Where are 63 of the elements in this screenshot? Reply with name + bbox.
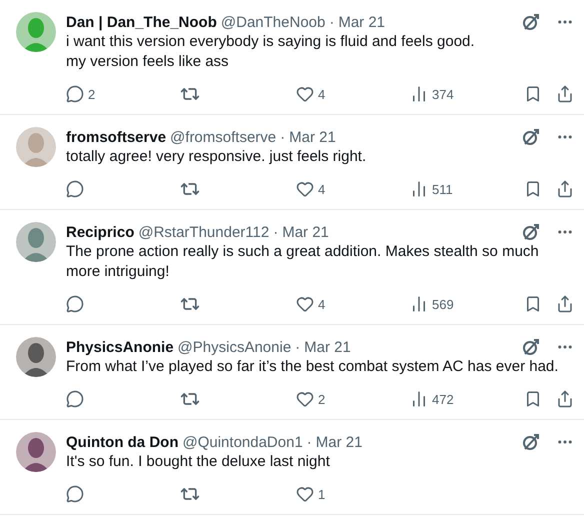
views-icon	[410, 85, 428, 103]
reply-icon	[66, 390, 84, 408]
slashed-circle-icon[interactable]	[522, 433, 540, 451]
views-button[interactable]: 374	[410, 85, 510, 103]
views-icon	[410, 180, 428, 198]
slashed-circle-icon[interactable]	[522, 13, 540, 31]
bookmark-icon[interactable]	[524, 295, 542, 313]
reply-icon	[66, 485, 84, 503]
slashed-circle-icon[interactable]	[522, 223, 540, 241]
reply-text: my version feels like ass	[66, 52, 230, 72]
separator-dot: ·	[280, 128, 286, 146]
author-handle[interactable]: @PhysicsAnonie	[178, 338, 292, 356]
views-icon	[410, 295, 428, 313]
post-date[interactable]: Mar 21	[289, 128, 336, 146]
post-date[interactable]: Mar 21	[338, 14, 386, 30]
views-button[interactable]: 472	[410, 390, 510, 408]
share-icon[interactable]	[556, 180, 574, 198]
author-name[interactable]: Quinton da Don	[66, 434, 178, 450]
reply-text: i want this version everybody is saying is fluid and feels good.	[66, 32, 476, 52]
share-icon[interactable]	[556, 85, 574, 103]
views-button[interactable]: 569	[410, 295, 510, 313]
heart-icon	[296, 85, 314, 103]
views-icon	[410, 390, 428, 408]
separator-dot: ·	[329, 14, 334, 30]
bookmark-icon[interactable]	[524, 85, 542, 103]
heart-icon	[296, 390, 314, 408]
post-date[interactable]: Mar 21	[282, 224, 329, 240]
bookmark-icon[interactable]	[524, 180, 542, 198]
separator-dot: ·	[295, 338, 300, 356]
author-name[interactable]: PhysicsAnonie	[66, 338, 174, 356]
share-icon[interactable]	[556, 390, 574, 408]
separator-dot: ·	[273, 224, 278, 240]
separator-dot: ·	[306, 434, 312, 450]
reply-text: The prone action really is such a great addition. Makes stealth so much more intriguing!	[66, 242, 540, 282]
reply-icon	[66, 295, 84, 313]
views-button[interactable]: 511	[410, 180, 510, 198]
author-handle[interactable]: @DanTheNoob	[220, 14, 326, 30]
like-button[interactable]: 4	[296, 295, 410, 313]
share-icon[interactable]	[556, 295, 574, 313]
reply-text: It's so fun. I bought the deluxe last night	[66, 452, 331, 472]
like-button[interactable]: 4	[296, 180, 410, 198]
author-name[interactable]: Reciprico	[66, 224, 134, 240]
post-date[interactable]: Mar 21	[316, 434, 362, 450]
reply-text: totally agree! very responsive. just feels right.	[66, 147, 368, 167]
reply-icon	[66, 180, 84, 198]
slashed-circle-icon[interactable]	[522, 128, 540, 146]
author-name[interactable]: Dan | Dan_The_Noob	[66, 14, 217, 30]
reply-icon	[66, 85, 84, 103]
heart-icon	[296, 485, 314, 503]
like-button[interactable]: 2	[296, 390, 410, 408]
reply-text: From what I’ve played so far it’s the best combat system AC has ever had.	[66, 357, 560, 377]
reply-button[interactable]: 2	[66, 85, 180, 103]
heart-icon	[296, 180, 314, 198]
author-handle[interactable]: @QuintondaDon1	[182, 434, 303, 450]
post-date[interactable]: Mar 21	[304, 338, 351, 356]
slashed-circle-icon[interactable]	[522, 338, 540, 356]
author-name[interactable]: fromsoftserve	[66, 128, 166, 146]
heart-icon	[296, 295, 314, 313]
author-handle[interactable]: @RstarThunder112	[138, 224, 270, 240]
author-handle[interactable]: @fromsoftserve	[170, 128, 276, 146]
like-button[interactable]: 1	[296, 485, 410, 503]
bookmark-icon[interactable]	[524, 390, 542, 408]
like-button[interactable]: 4	[296, 85, 410, 103]
